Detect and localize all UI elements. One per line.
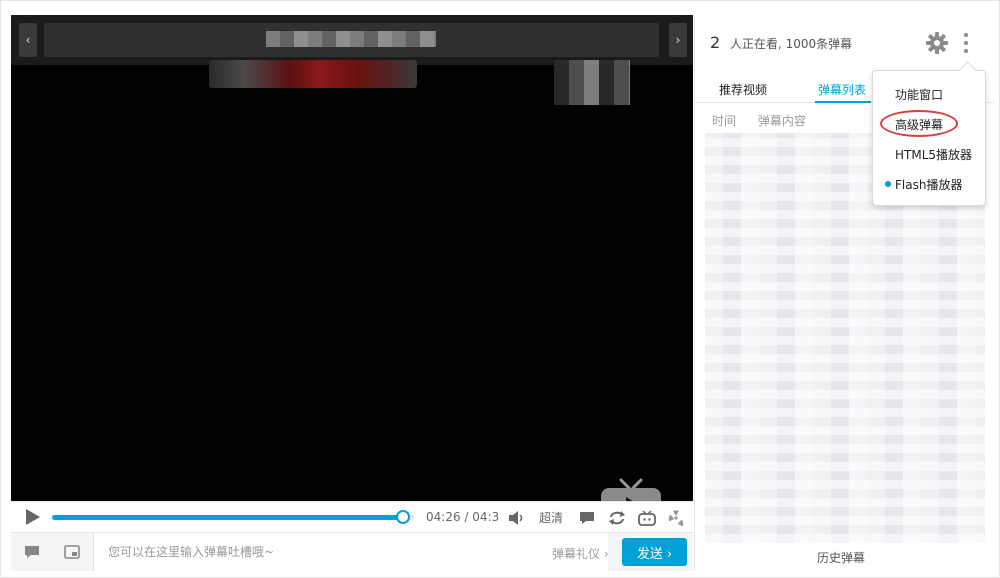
progress-knob[interactable] — [396, 510, 411, 524]
progress-fill — [52, 515, 404, 520]
video-player: ‹ › 04:26 / 04:3 超清 您可以在这里输入弹幕吐槽哦~ 弹幕礼仪 … — [11, 15, 693, 571]
tv-mode-icon[interactable] — [637, 508, 657, 528]
menu-item-function-window[interactable]: 功能窗口 — [895, 86, 943, 103]
viewer-info: 2 人正在看, 1000条弹幕 — [710, 33, 852, 52]
send-button[interactable]: 发送 › — [622, 538, 687, 566]
viewer-text: 人正在看, 1000条弹幕 — [730, 37, 853, 51]
danmaku-etiquette-link[interactable]: 弹幕礼仪 › — [552, 545, 609, 562]
video-title-box — [44, 23, 659, 57]
time-total: 04:3 — [472, 510, 500, 524]
danmaku-input-bar: 弹幕礼仪 › 发送 › — [11, 532, 693, 571]
menu-item-html5-player[interactable]: HTML5播放器 — [895, 146, 972, 163]
tab-recommended[interactable]: 推荐视频 — [719, 81, 767, 98]
gear-icon[interactable] — [925, 31, 949, 55]
loop-icon[interactable] — [607, 508, 627, 528]
active-tab-underline — [815, 101, 871, 103]
picture-in-picture-icon[interactable] — [62, 543, 82, 561]
menu-item-advanced-danmaku[interactable]: 高级弹幕 — [895, 116, 943, 133]
player-top-bar: ‹ › — [11, 15, 693, 65]
player-control-bar: 04:26 / 04:3 超清 — [11, 501, 693, 532]
time-separator: / — [464, 510, 469, 524]
danmaku-list-header: 时间 弹幕内容 — [712, 112, 824, 129]
radiation-icon[interactable] — [666, 508, 686, 528]
play-icon[interactable] — [23, 508, 41, 526]
column-content: 弹幕内容 — [757, 114, 806, 128]
column-time: 时间 — [712, 114, 737, 128]
next-arrow-button[interactable]: › — [669, 23, 687, 57]
menu-item-flash-player[interactable]: Flash播放器 — [895, 176, 962, 193]
settings-dropdown-menu: 功能窗口 高级弹幕 HTML5播放器 Flash播放器 — [872, 70, 986, 206]
blurred-title — [266, 31, 436, 47]
progress-track[interactable] — [52, 510, 414, 524]
quality-selector[interactable]: 超清 — [539, 509, 563, 526]
viewer-count: 2 — [710, 33, 721, 52]
time-current: 04:26 — [426, 510, 461, 524]
tab-danmaku-list[interactable]: 弹幕列表 — [818, 81, 866, 98]
blurred-danmaku — [554, 60, 630, 105]
prev-arrow-button[interactable]: ‹ — [19, 23, 37, 57]
video-canvas[interactable] — [11, 60, 693, 529]
more-options-icon[interactable] — [961, 31, 971, 55]
danmaku-style-icon[interactable] — [22, 543, 42, 561]
time-display: 04:26 / 04:3 — [426, 510, 499, 524]
history-danmaku-link[interactable]: 历史弹幕 — [817, 549, 865, 566]
volume-icon[interactable] — [506, 508, 526, 528]
danmaku-input[interactable] — [93, 533, 608, 571]
danmaku-toggle-icon[interactable] — [577, 508, 597, 528]
selected-indicator-dot — [885, 181, 891, 187]
blurred-danmaku — [209, 60, 417, 88]
